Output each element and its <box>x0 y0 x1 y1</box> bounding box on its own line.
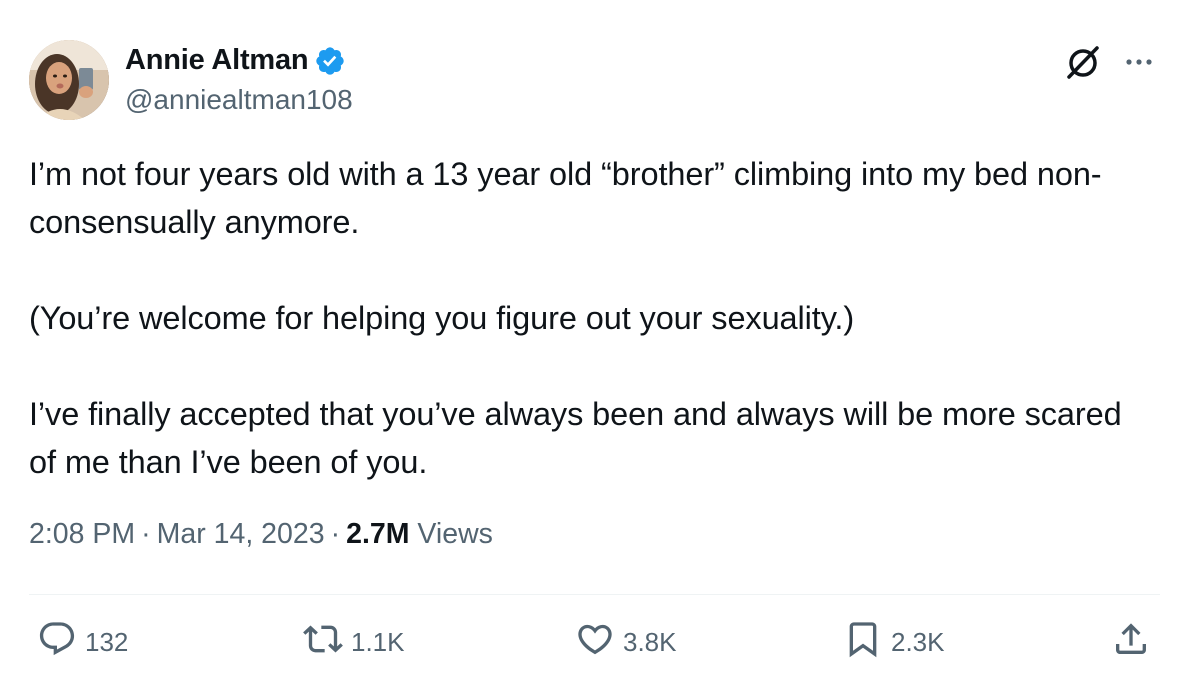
tweet-paragraph: (You’re welcome for helping you figure o… <box>29 300 855 336</box>
divider <box>29 594 1160 595</box>
more-icon <box>1119 42 1159 87</box>
retweet-icon <box>303 619 343 666</box>
avatar-image <box>29 40 109 120</box>
like-icon <box>575 619 615 666</box>
grok-button[interactable] <box>1063 44 1103 84</box>
handle[interactable]: @anniealtman108 <box>125 84 353 116</box>
retweet-button[interactable]: 1.1K <box>303 620 405 664</box>
name-row: Annie Altman <box>125 44 346 77</box>
bookmark-button[interactable]: 2.3K <box>843 620 945 664</box>
tweet-date[interactable]: Mar 14, 2023 <box>157 518 325 550</box>
views-count[interactable]: 2.7M <box>346 518 409 550</box>
tweet-meta: 2:08 PM · Mar 14, 2023 · 2.7M Views <box>29 518 493 551</box>
bookmark-icon <box>843 619 883 666</box>
meta-separator: · <box>330 518 341 550</box>
like-count: 3.8K <box>623 626 677 657</box>
display-name[interactable]: Annie Altman <box>125 44 309 77</box>
share-icon <box>1111 619 1151 666</box>
bookmark-count: 2.3K <box>891 626 945 657</box>
verified-badge-icon[interactable] <box>314 45 346 77</box>
tweet-paragraph: I’ve finally accepted that you’ve always… <box>29 396 1122 480</box>
reply-icon <box>37 619 77 666</box>
views-label: Views <box>417 518 493 550</box>
tweet-time[interactable]: 2:08 PM <box>29 518 135 550</box>
tweet-paragraph: I’m not four years old with a 13 year ol… <box>29 156 1102 240</box>
like-button[interactable]: 3.8K <box>575 620 677 664</box>
avatar[interactable] <box>29 40 109 120</box>
tweet-card: Annie Altman @anniealtman108 I’m not fou… <box>0 0 1192 690</box>
meta-separator: · <box>141 518 151 550</box>
action-bar: 132 1.1K 3.8K 2.3K <box>29 620 1160 664</box>
tweet-header: Annie Altman @anniealtman108 <box>29 40 1159 122</box>
grok-icon <box>1063 42 1103 87</box>
reply-count: 132 <box>85 626 129 657</box>
share-button[interactable] <box>1111 620 1151 664</box>
retweet-count: 1.1K <box>351 626 405 657</box>
tweet-text: I’m not four years old with a 13 year ol… <box>29 150 1139 486</box>
more-options-button[interactable] <box>1119 44 1159 84</box>
reply-button[interactable]: 132 <box>37 620 128 664</box>
